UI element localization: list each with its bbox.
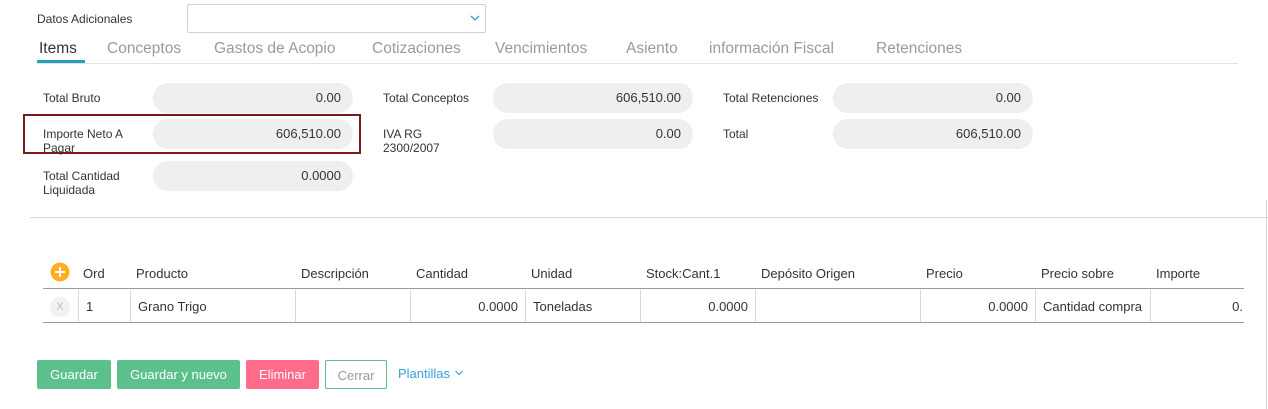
templates-label: Plantillas: [398, 366, 451, 381]
delete-button[interactable]: Eliminar: [246, 360, 319, 389]
total-conceptos-label: Total Conceptos: [383, 91, 470, 105]
total-bruto-label: Total Bruto: [43, 91, 101, 105]
tabs-bar: [37, 63, 1238, 64]
total-conceptos-value: 606,510.00: [493, 83, 693, 113]
total-value: 606,510.00: [833, 119, 1033, 149]
cell-cantidad[interactable]: 0.0000: [410, 299, 518, 314]
scrollbar-edge: [1266, 200, 1267, 409]
cell-divider: [1035, 290, 1036, 322]
cell-precio[interactable]: 0.0000: [920, 299, 1028, 314]
col-precio-sobre-header: Precio sobre: [1041, 266, 1114, 281]
additional-data-select[interactable]: [187, 4, 486, 33]
cell-divider: [755, 290, 756, 322]
additional-data-label: Datos Adicionales: [37, 12, 133, 26]
iva-rg-label: IVA RG 2300/2007: [383, 127, 440, 155]
save-button[interactable]: Guardar: [37, 360, 111, 389]
tab-informacion-fiscal[interactable]: información Fiscal: [709, 40, 834, 58]
col-precio-header: Precio: [926, 266, 963, 281]
chevron-down-icon: [454, 366, 464, 381]
tab-items[interactable]: Items: [39, 40, 77, 58]
cell-divider: [130, 290, 131, 322]
col-stock-header: Stock:Cant.1: [646, 266, 721, 281]
tab-vencimientos[interactable]: Vencimientos: [495, 40, 587, 58]
cell-importe: 0.: [1232, 299, 1243, 314]
templates-dropdown[interactable]: Plantillas: [398, 366, 464, 381]
close-button[interactable]: Cerrar: [325, 360, 387, 389]
col-producto-header: Producto: [136, 266, 189, 281]
tab-items-underline: [37, 60, 85, 63]
total-cantidad-label: Total Cantidad Liquidada: [43, 169, 120, 197]
tab-cotizaciones[interactable]: Cotizaciones: [372, 40, 461, 58]
tab-asiento[interactable]: Asiento: [626, 40, 678, 58]
cell-stock: 0.0000: [708, 299, 748, 314]
tab-retenciones[interactable]: Retenciones: [876, 40, 962, 58]
cell-divider: [295, 290, 296, 322]
col-unidad-header: Unidad: [531, 266, 573, 281]
plus-circle-icon: [50, 262, 70, 282]
col-cantidad-header: Cantidad: [416, 266, 469, 281]
chevron-down-icon: [469, 11, 481, 29]
total-bruto-value: 0.00: [153, 83, 353, 113]
close-icon: X: [56, 301, 64, 313]
total-retenciones-value: 0.00: [833, 83, 1033, 113]
importe-neto-value: 606,510.00: [153, 119, 353, 149]
total-retenciones-label: Total Retenciones: [723, 91, 819, 105]
total-label: Total: [723, 127, 749, 141]
table-bottom-line: [43, 322, 1244, 323]
table-header-line: [43, 288, 1244, 289]
cell-unidad[interactable]: Toneladas: [533, 299, 592, 314]
cell-precio-sobre[interactable]: Cantidad compra: [1043, 299, 1142, 314]
col-ord-header: Ord: [83, 266, 105, 281]
cell-producto[interactable]: Grano Trigo: [138, 299, 207, 314]
save-and-new-button[interactable]: Guardar y nuevo: [117, 360, 240, 389]
remove-row-button[interactable]: X: [50, 297, 70, 317]
col-descripcion-header: Descripción: [301, 266, 369, 281]
cell-divider: [78, 290, 79, 322]
importe-neto-label: Importe Neto A Pagar: [43, 127, 123, 155]
col-deposito-header: Depósito Origen: [761, 266, 855, 281]
tab-gastos-de-acopio[interactable]: Gastos de Acopio: [214, 40, 336, 58]
cell-divider: [525, 290, 526, 322]
section-divider: [30, 217, 1268, 218]
add-row-button[interactable]: [50, 262, 70, 282]
total-cantidad-value: 0.0000: [153, 161, 353, 191]
tab-conceptos[interactable]: Conceptos: [107, 40, 181, 58]
cell-ord: 1: [86, 299, 94, 314]
iva-rg-value: 0.00: [493, 119, 693, 149]
col-importe-header: Importe: [1156, 266, 1201, 281]
